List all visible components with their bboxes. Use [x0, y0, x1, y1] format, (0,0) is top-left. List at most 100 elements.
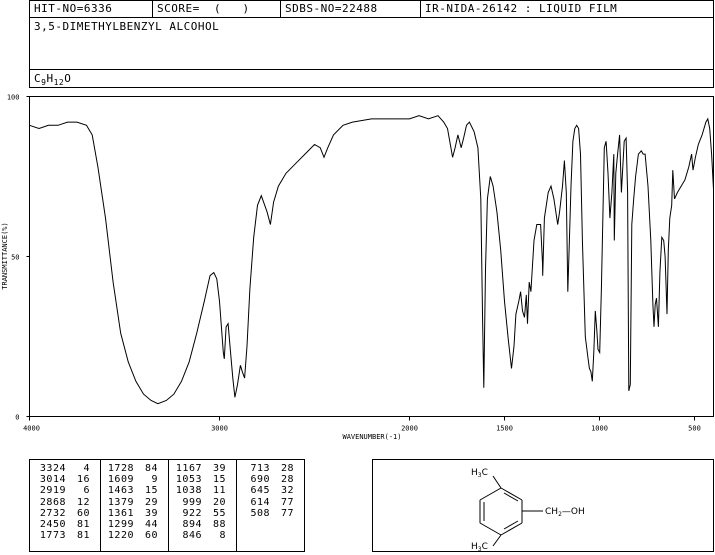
hydroxymethyl-label: CH2—OH	[545, 507, 585, 518]
peak-wavenumber: 1728	[107, 463, 134, 474]
y-axis-label: TRANSMITTANCE(%)	[1, 222, 9, 289]
peak-wavenumber: 1463	[107, 485, 134, 497]
peak-wavenumber: 614	[250, 496, 270, 508]
peak-transmittance: 16	[76, 474, 90, 486]
y-tick-label: 50	[11, 254, 19, 262]
peak-wavenumber: 894	[182, 519, 202, 531]
peak-wavenumber: 1379	[107, 496, 134, 508]
x-axis: 4000 3000 2000 1500 1000 500	[23, 416, 701, 433]
peak-row: 2919 6	[36, 485, 90, 496]
peak-transmittance: 9	[151, 474, 158, 486]
peak-transmittance: 81	[76, 519, 90, 531]
peak-wavenumber: 1038	[175, 485, 202, 497]
peak-transmittance: 77	[280, 496, 294, 508]
peak-row: 3324 4	[36, 463, 90, 474]
peak-transmittance: 6	[83, 485, 90, 497]
peak-row: 3014 16	[36, 474, 90, 485]
peak-column: 713 28 690 28 645 32 614 77 508 77	[240, 463, 294, 519]
peak-column: 1728 84 1609 9 1463 15 1379 29 1361 39 1299 44 1220 6…	[104, 463, 158, 541]
peak-transmittance: 77	[280, 507, 294, 519]
peak-wavenumber: 1609	[107, 474, 134, 486]
peak-row: 1053 15	[172, 474, 226, 485]
peak-transmittance: 8	[219, 530, 226, 542]
peak-wavenumber: 2868	[39, 496, 66, 508]
peak-row: 1463 15	[104, 485, 158, 496]
peak-row: 645 32	[240, 485, 294, 496]
peak-transmittance: 15	[144, 485, 158, 497]
peak-row: 999 20	[172, 497, 226, 508]
peak-transmittance: 88	[212, 519, 226, 531]
peak-row: 2732 60	[36, 508, 90, 519]
peak-wavenumber: 1167	[175, 463, 202, 474]
peak-transmittance: 11	[212, 485, 226, 497]
peak-transmittance: 32	[280, 485, 294, 497]
peak-column-divider	[236, 460, 237, 551]
peak-column-divider	[100, 460, 101, 551]
peak-transmittance: 55	[212, 507, 226, 519]
peak-row: 2450 81	[36, 519, 90, 530]
top-methyl-label: H3C	[471, 468, 488, 479]
peak-row: 614 77	[240, 497, 294, 508]
peak-column-divider	[168, 460, 169, 551]
peak-wavenumber: 2732	[39, 507, 66, 519]
x-tick-label: 4000	[23, 425, 40, 433]
peak-transmittance: 4	[83, 463, 90, 474]
peak-row: 690 28	[240, 474, 294, 485]
peak-row: 1379 29	[104, 497, 158, 508]
peak-transmittance: 44	[144, 519, 158, 531]
peak-wavenumber: 846	[182, 530, 202, 542]
peak-transmittance: 60	[144, 530, 158, 542]
peak-transmittance: 12	[76, 496, 90, 508]
peak-wavenumber: 645	[250, 485, 270, 497]
peak-row: 1773 81	[36, 530, 90, 541]
peak-transmittance: 39	[144, 507, 158, 519]
spectrum-line	[29, 115, 714, 405]
peak-wavenumber: 1053	[175, 474, 202, 486]
bottom-methyl-label: H3C	[471, 542, 488, 551]
x-tick-label: 1500	[496, 425, 513, 433]
peak-transmittance: 20	[212, 496, 226, 508]
x-tick-label: 3000	[211, 425, 228, 433]
peak-transmittance: 28	[280, 463, 294, 474]
peak-row: 508 77	[240, 508, 294, 519]
peak-wavenumber: 2450	[39, 519, 66, 531]
peak-wavenumber: 1773	[39, 530, 66, 542]
y-axis: 100 50 0	[7, 94, 30, 422]
peak-row: 1609 9	[104, 474, 158, 485]
peak-row: 2868 12	[36, 497, 90, 508]
peak-row: 1728 84	[104, 463, 158, 474]
x-tick-label: 500	[688, 425, 701, 433]
structure-diagram: H3C H3C CH2—OH	[471, 468, 585, 553]
peak-row: 922 55	[172, 508, 226, 519]
peak-row: 713 28	[240, 463, 294, 474]
benzene-ring	[479, 475, 543, 547]
peak-wavenumber: 999	[182, 496, 202, 508]
peak-wavenumber: 690	[250, 474, 270, 486]
peak-row: 1038 11	[172, 485, 226, 496]
peak-column: 1167 39 1053 15 1038 11 999 20 922 55 894 88 846 8	[172, 463, 226, 541]
peak-row: 1299 44	[104, 519, 158, 530]
y-tick-label: 0	[15, 414, 19, 422]
peak-transmittance: 28	[280, 474, 294, 486]
peak-wavenumber: 922	[182, 507, 202, 519]
peak-wavenumber: 3014	[39, 474, 66, 486]
peak-row: 1167 39	[172, 463, 226, 474]
peak-wavenumber: 1361	[107, 507, 134, 519]
peak-wavenumber: 713	[250, 463, 270, 474]
peak-row: 1361 39	[104, 508, 158, 519]
peak-transmittance: 81	[76, 530, 90, 542]
peak-wavenumber: 1299	[107, 519, 134, 531]
peak-transmittance: 84	[144, 463, 158, 474]
peak-row: 894 88	[172, 519, 226, 530]
peak-transmittance: 60	[76, 507, 90, 519]
plot-frame	[29, 96, 714, 417]
peak-wavenumber: 1220	[107, 530, 134, 542]
peak-transmittance: 39	[212, 463, 226, 474]
x-tick-label: 1000	[591, 425, 608, 433]
peak-wavenumber: 3324	[39, 463, 66, 474]
peak-column: 3324 4 3014 16 2919 6 2868 12 2732 60 2450 81 1773 81	[36, 463, 90, 541]
ir-spectrum-chart: 4000 3000 2000 1500 1000 500 100500 WAVENUMBE…	[1, 94, 714, 441]
peak-row: 846 8	[172, 530, 226, 541]
x-axis-label: WAVENUMBER(-1)	[342, 433, 401, 441]
peak-wavenumber: 508	[250, 507, 270, 519]
